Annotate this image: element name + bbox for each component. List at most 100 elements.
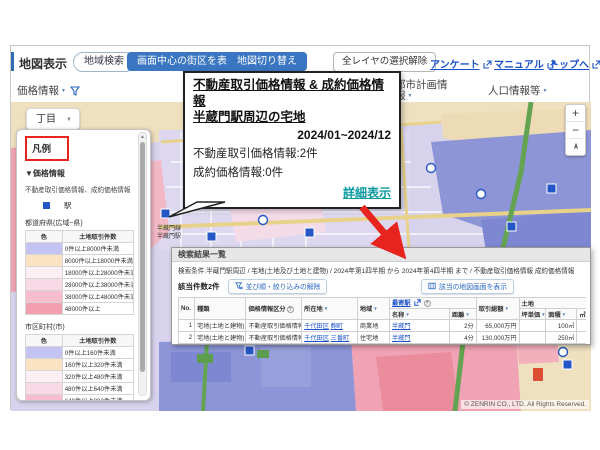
legend-title-annotation-box: 凡例 xyxy=(25,136,69,161)
link-manual-label: マニュアル xyxy=(494,60,544,71)
scroll-up-icon[interactable]: ▲ xyxy=(139,133,146,141)
legend-col-count: 土地取引件数 xyxy=(62,231,133,243)
clear-sort-filter-button[interactable]: 並び順・絞り込みの解除 xyxy=(228,279,328,294)
col-sqm[interactable]: ㎡単価▼ xyxy=(577,309,586,320)
map-app-window: 地図表示 地域検索 画面中心の街区を表示 地図切り替え 全レイヤの選択解除 アン… xyxy=(10,45,590,410)
col-land-group: 土地 xyxy=(519,298,586,309)
zoom-in-button[interactable]: + xyxy=(566,105,585,122)
legend-row-label: 48000件以上 xyxy=(62,303,133,315)
cell-type: 宅地(土地と建物) xyxy=(195,332,246,344)
help-icon[interactable]: ? xyxy=(424,300,431,307)
cell-station: 半蔵門 xyxy=(389,320,449,332)
popup-closed-count: 成約価格情報:0件 xyxy=(193,164,391,180)
legend-city-heading: 市区町村(市) xyxy=(25,322,134,332)
map-copyright: © ZENRIN CO., LTD. All Rights Reserved. xyxy=(461,400,589,409)
legend-city-table: 色 土地取引件数 0件以上160件未満 160件以上320件未満 320件以上4… xyxy=(25,334,134,401)
cell-kind: 不動産取引価格情報 xyxy=(246,320,302,332)
cell-address: 千代田区 麹町 xyxy=(302,320,358,332)
cell-station: 半蔵門 xyxy=(389,332,449,344)
legend-row-label: 18000件以上28000件未満 xyxy=(62,267,133,279)
legend-section-price[interactable]: ▼価格情報 xyxy=(25,168,134,179)
legend-row: 28000件以上38000件未満 xyxy=(26,279,134,291)
filter-funnel-icon[interactable] xyxy=(70,86,80,99)
layer-cityplan[interactable]: 都市計画情報▼ xyxy=(395,80,449,102)
sort-icon[interactable]: ▼ xyxy=(541,312,545,317)
accent-bar xyxy=(11,52,14,71)
chevron-down-icon: ▼ xyxy=(543,88,548,94)
station-square-icon xyxy=(43,202,50,209)
area-search-button[interactable]: 地域検索 xyxy=(73,52,135,72)
sort-icon[interactable]: ▼ xyxy=(324,306,328,311)
legend-row-label: 38000件以上48000件未満 xyxy=(62,291,133,303)
show-on-map-button[interactable]: 該当の地図画面を表示 xyxy=(421,279,514,294)
cell-distance: 4分 xyxy=(449,332,476,344)
legend-pref-heading: 都道府県(広域~県) xyxy=(25,218,134,228)
scrollbar-thumb[interactable] xyxy=(140,142,145,372)
sort-icon[interactable]: ▼ xyxy=(504,306,508,311)
col-area[interactable]: 地域▼ xyxy=(357,298,389,320)
chome-dropdown-label: 丁目 xyxy=(36,114,56,125)
zoom-out-button[interactable]: − xyxy=(566,122,585,139)
col-total[interactable]: 取引総額▼ xyxy=(476,298,519,320)
results-table-wrap: No. 種類 価格情報区分? 所在地▼ 地域▼ 最寄駅? 取引総額▼ 土地 名称… xyxy=(178,297,586,344)
sort-icon[interactable]: ▼ xyxy=(465,312,469,317)
col-type: 種類 xyxy=(195,298,246,320)
address-link[interactable]: 三番町 xyxy=(331,335,350,342)
sort-icon[interactable]: ▼ xyxy=(405,312,409,317)
legend-col-color: 色 xyxy=(26,231,63,243)
popup-trade-count: 不動産取引価格情報:2件 xyxy=(193,145,391,161)
map-label-station: 半蔵門駅 xyxy=(157,232,181,240)
col-station-group[interactable]: 最寄駅? xyxy=(389,298,476,309)
col-station-name[interactable]: 名称▼ xyxy=(389,309,449,320)
col-size[interactable]: 面積▼ xyxy=(546,309,577,320)
legend-pref-table: 色 土地取引件数 0件以上8000件未満 8000件以上18000件未満 180… xyxy=(25,230,134,315)
legend-row-label: 640件以上800件未満 xyxy=(62,395,133,402)
link-manual[interactable]: マニュアル xyxy=(494,56,556,71)
address-link[interactable]: 麹町 xyxy=(331,323,343,330)
color-swatch xyxy=(26,359,63,371)
filter-clear-icon xyxy=(235,282,243,290)
locate-button[interactable] xyxy=(566,139,585,155)
station-link[interactable]: 半蔵門 xyxy=(392,335,411,342)
layer-population[interactable]: 人口情報等▼ xyxy=(488,83,547,98)
station-link[interactable]: 半蔵門 xyxy=(392,323,411,330)
legend-row-label: 160件以上320件未満 xyxy=(62,359,133,371)
address-link[interactable]: 千代田区 xyxy=(304,323,329,330)
col-address[interactable]: 所在地▼ xyxy=(302,298,358,320)
external-link-icon xyxy=(592,60,600,69)
map-zoom-control: + − xyxy=(565,104,586,156)
sort-icon[interactable]: ▼ xyxy=(562,312,566,317)
legend-row: 160件以上320件未満 xyxy=(26,359,134,371)
legend-row-label: 320件以上480件未満 xyxy=(62,371,133,383)
help-icon[interactable]: ? xyxy=(287,306,294,313)
color-swatch xyxy=(26,291,63,303)
chome-dropdown[interactable]: 丁目 ▼ xyxy=(26,108,80,130)
sort-icon[interactable]: ▼ xyxy=(373,306,377,311)
link-survey[interactable]: アンケート xyxy=(430,56,492,71)
cell-total: 65,000万円 xyxy=(476,320,519,332)
col-tsubo[interactable]: 坪単価▼ xyxy=(519,309,546,320)
col-distance[interactable]: 距離▼ xyxy=(449,309,476,320)
cell-distance: 2分 xyxy=(449,320,476,332)
layer-price[interactable]: 価格情報▼ xyxy=(17,83,80,99)
link-top[interactable]: トップへ xyxy=(549,56,600,71)
legend-scrollbar[interactable]: ▲ xyxy=(138,132,147,396)
color-swatch xyxy=(26,383,63,395)
search-results-panel: 検索結果一覧 検索条件:半蔵門駅周辺 / 宅地(土地及び土地と建物) / 202… xyxy=(171,247,591,345)
address-link[interactable]: 千代田区 xyxy=(304,335,329,342)
results-header: 検索結果一覧 xyxy=(172,248,590,262)
legend-row-label: 8000件以上18000件未満 xyxy=(62,255,133,267)
map-switch-button[interactable]: 地図切り替え xyxy=(227,52,307,71)
external-link-icon xyxy=(414,299,423,308)
chevron-down-icon: ▼ xyxy=(408,93,413,99)
clear-all-layers-button[interactable]: 全レイヤの選択解除 xyxy=(333,52,436,72)
legend-col-count: 土地取引件数 xyxy=(62,335,133,347)
detail-view-link[interactable]: 詳細表示 xyxy=(193,184,391,201)
legend-title: 凡例 xyxy=(32,144,51,155)
layer-price-label: 価格情報 xyxy=(17,85,59,97)
cell-size: 100㎡ xyxy=(546,320,577,332)
col-kind[interactable]: 価格情報区分? xyxy=(246,298,302,320)
legend-row-label: 0件以上8000件未満 xyxy=(62,243,133,255)
color-swatch xyxy=(26,243,63,255)
cell-type: 宅地(土地と建物) xyxy=(195,320,246,332)
